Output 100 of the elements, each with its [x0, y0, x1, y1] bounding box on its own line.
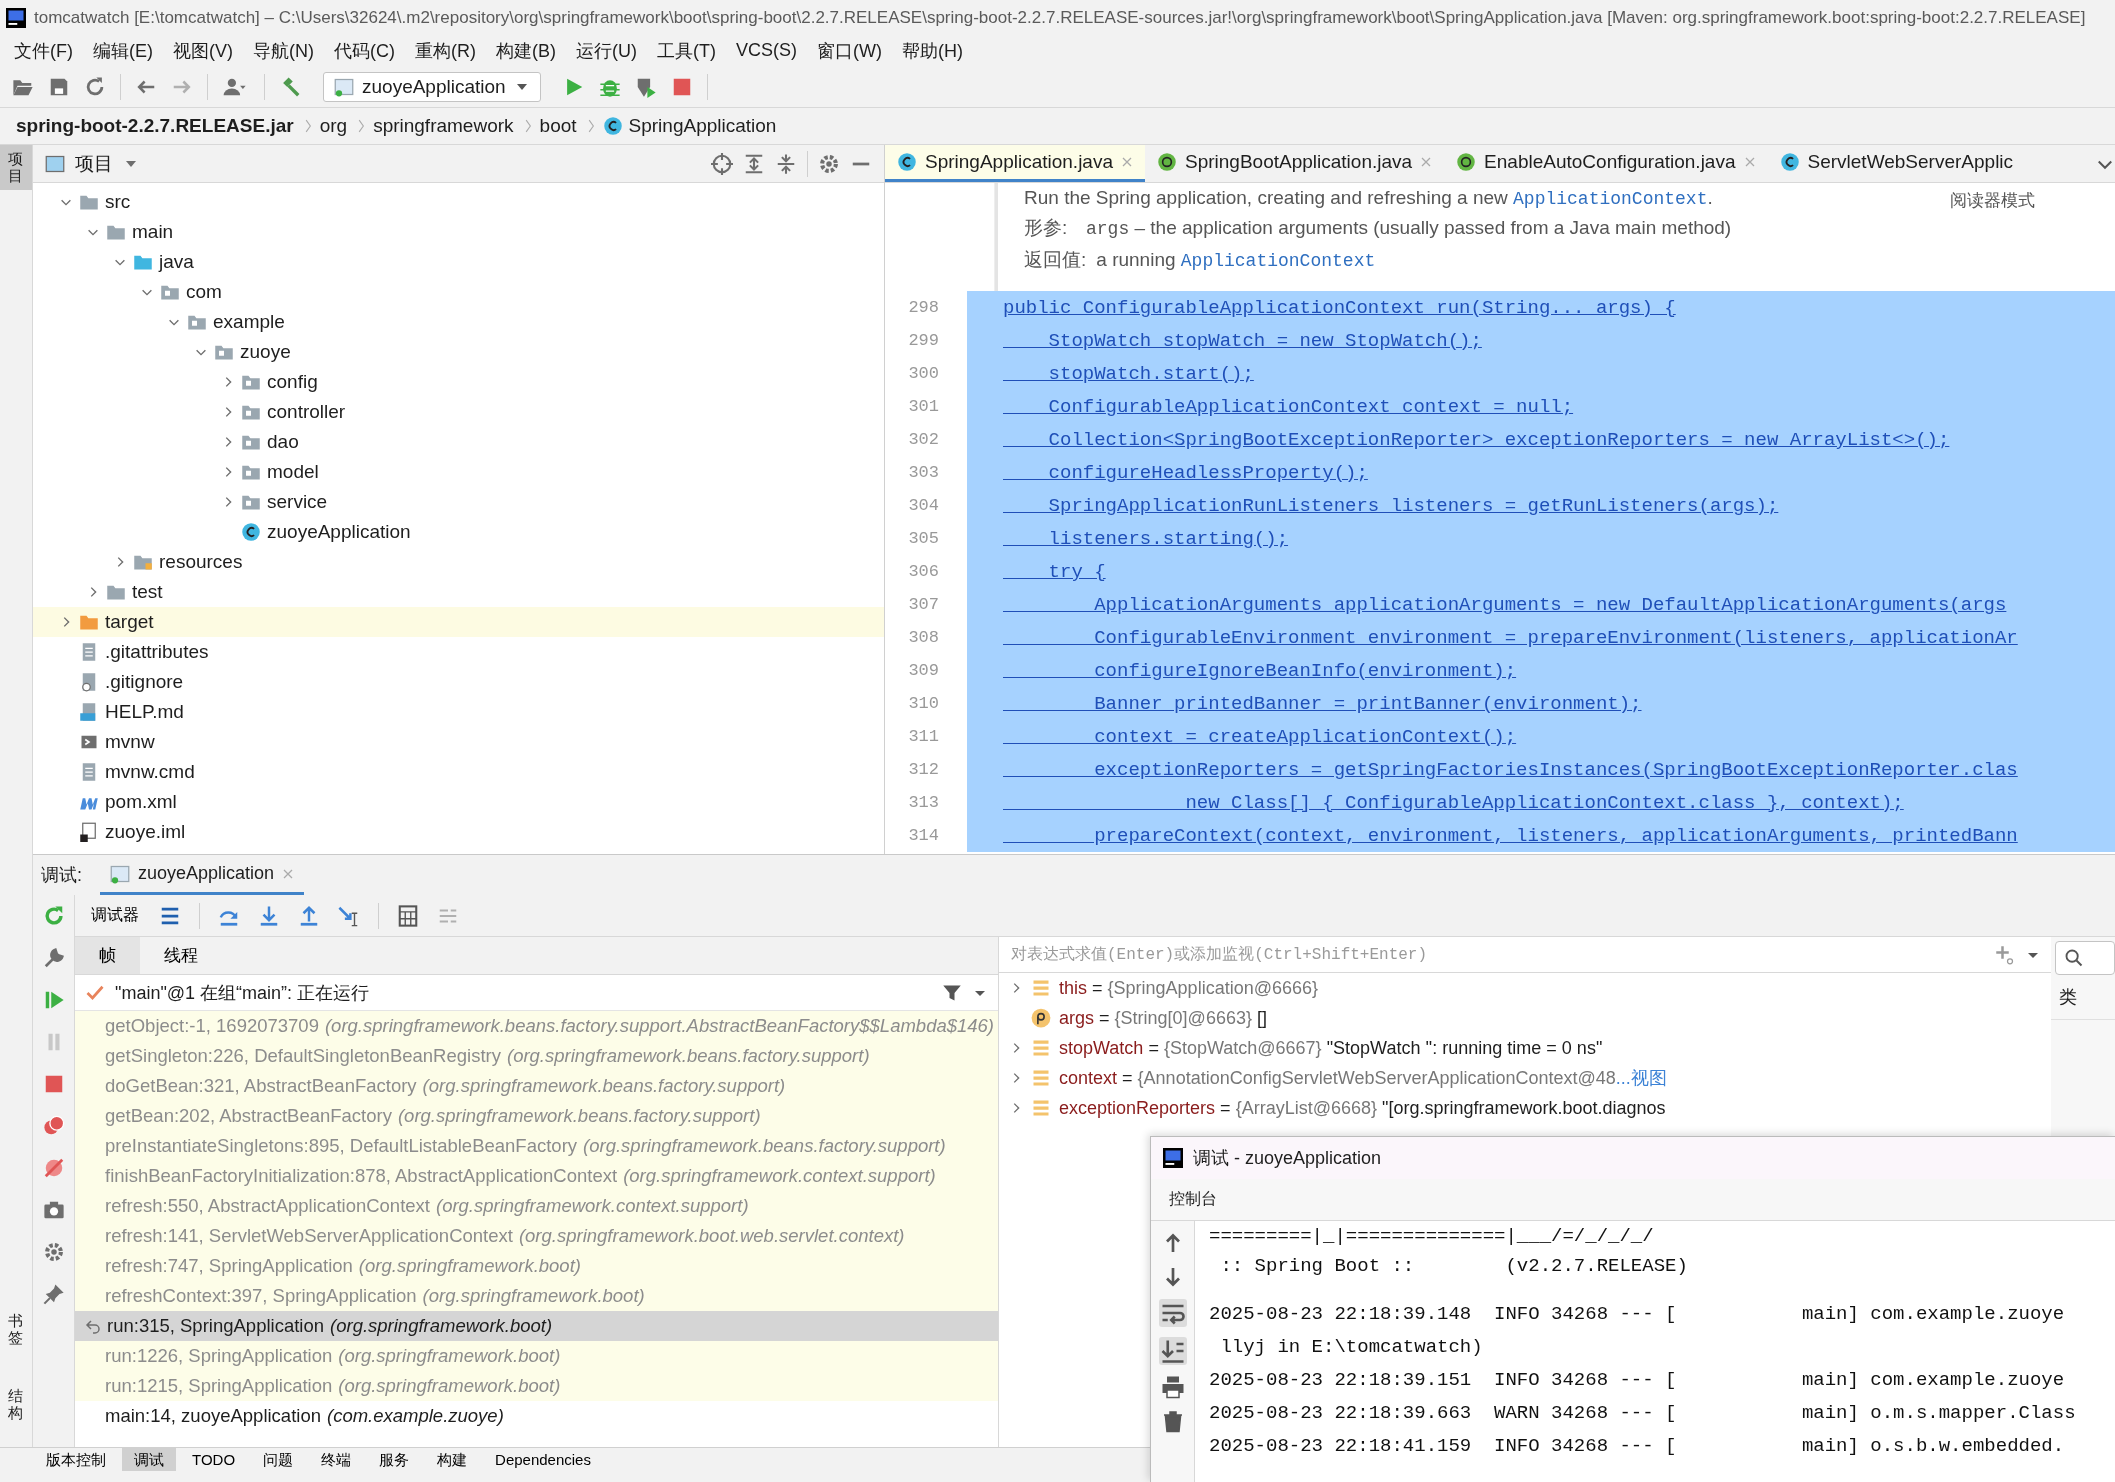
close-icon[interactable] [1121, 156, 1133, 168]
doc-text: 返回值: a running ApplicationContext [1024, 248, 1376, 273]
debug-tab[interactable]: 帧 [75, 937, 140, 974]
tool-window-button[interactable]: 调试 [122, 1448, 176, 1471]
breadcrumb-item[interactable]: SpringApplication [628, 115, 777, 137]
breadcrumb-item[interactable]: springframework [373, 115, 514, 137]
tree-item[interactable]: main [132, 221, 174, 243]
crosshair-icon[interactable] [711, 152, 733, 175]
pin-icon[interactable] [42, 1283, 65, 1305]
menu-item[interactable]: VCS(S) [725, 38, 807, 63]
field-icon [1031, 1068, 1051, 1088]
add-watch-icon[interactable] [1995, 944, 2015, 965]
session-tab[interactable]: zuoyeApplication [100, 855, 305, 895]
tool-window-button[interactable]: 构建 [425, 1448, 480, 1471]
camera-icon[interactable] [42, 1199, 65, 1221]
column-header: 类 [2051, 975, 2115, 1020]
menu-item[interactable]: 重构(R) [405, 36, 486, 65]
menu-item[interactable]: 视图(V) [163, 36, 243, 65]
tree-item[interactable]: resources [159, 551, 243, 573]
tree-item[interactable]: mvnw [105, 731, 155, 753]
line-number: 301 [907, 397, 940, 416]
tree-item[interactable]: zuoye [240, 341, 291, 363]
app-logo-icon [1163, 1148, 1183, 1168]
breadcrumb-item[interactable]: org [319, 115, 348, 137]
calculator-icon[interactable] [397, 904, 419, 927]
tree-item[interactable]: controller [267, 401, 346, 423]
tool-window-button[interactable]: TODO [180, 1448, 248, 1471]
tree-item[interactable]: src [105, 191, 131, 213]
tool-window-button[interactable]: 终端 [309, 1448, 364, 1471]
tree-item[interactable]: mvnw.cmd [105, 761, 195, 783]
tree-item[interactable]: java [159, 251, 194, 273]
wrench-icon[interactable] [42, 947, 65, 969]
line-number: 305 [907, 529, 940, 548]
settings-icon[interactable] [818, 152, 840, 175]
search-field[interactable] [2055, 941, 2115, 975]
console-tab[interactable]: 控制台 [1169, 1189, 1217, 1210]
variable-row[interactable]: context = {AnnotationConfigServletWebServerApplicationContext@48...视图 [999, 1063, 2051, 1093]
editor-tab[interactable]: EnableAutoConfiguration.java [1444, 145, 1768, 182]
mute-breakpoints-icon[interactable] [42, 1157, 65, 1179]
rerun-icon[interactable] [42, 905, 65, 927]
menu-item[interactable]: 窗口(W) [807, 36, 892, 65]
reader-mode-button[interactable]: 阅读器模式 [1950, 189, 2035, 212]
panel-title[interactable]: 项目 [75, 150, 113, 177]
tree-item[interactable]: .gitignore [105, 671, 184, 693]
menu-item[interactable]: 文件(F) [4, 36, 83, 65]
tree-item[interactable]: config [267, 371, 318, 393]
variable-row[interactable]: exceptionReporters = {ArrayList@6668} "[org.springframework.boot.diagnos [999, 1093, 2051, 1123]
collapse-all-icon[interactable] [775, 152, 797, 175]
stack-frame[interactable]: run:315, SpringApplication (org.springframework.boot) [75, 1311, 998, 1341]
editor-tab[interactable]: SpringApplication.java [885, 145, 1145, 182]
breadcrumb-item[interactable]: boot [539, 115, 577, 137]
debug-tab[interactable]: 线程 [140, 937, 222, 974]
tool-window-button[interactable]: 问题 [251, 1448, 306, 1471]
step-into-icon[interactable] [258, 904, 280, 927]
variable-row[interactable]: stopWatch = {StopWatch@6667} "StopWatch '': running time = 0 ns" [999, 1033, 2051, 1063]
watch-expression-field[interactable]: 对表达式求值(Enter)或添加监视(Ctrl+Shift+Enter) [1009, 944, 1985, 965]
settings-icon[interactable] [42, 1241, 65, 1263]
expand-all-icon[interactable] [743, 152, 765, 175]
tree-item[interactable]: pom.xml [105, 791, 177, 813]
menu-item[interactable]: 编辑(E) [83, 36, 163, 65]
project-tool-tab[interactable]: 项目 [0, 145, 32, 190]
doc-text: 形参: args – the application arguments (usually passed from a Java main method) [1024, 216, 1732, 241]
editor-tab[interactable]: SpringBootApplication.java [1145, 145, 1445, 182]
menu-item[interactable]: 导航(N) [243, 36, 324, 65]
line-number: 303 [907, 463, 940, 482]
tree-item[interactable]: example [213, 311, 285, 333]
debugger-tab-button[interactable]: 调试器 [89, 901, 141, 930]
breakpoints-icon[interactable] [42, 1115, 65, 1137]
menu-item[interactable]: 运行(U) [566, 36, 647, 65]
tree-item[interactable]: zuoye.iml [105, 821, 186, 843]
variable-row[interactable]: args = {String[0]@6663} [] [999, 1003, 2051, 1033]
side-tool-tab[interactable]: 结构 [0, 1382, 32, 1427]
tree-item[interactable]: .gitattributes [105, 641, 209, 663]
tree-item[interactable]: model [267, 461, 319, 483]
tree-item[interactable]: service [267, 491, 328, 513]
menu-item[interactable]: 构建(B) [486, 36, 566, 65]
print-icon[interactable] [1160, 1375, 1185, 1399]
step-out-icon[interactable] [298, 904, 320, 927]
tool-window-button[interactable]: 版本控制 [34, 1448, 118, 1471]
search-icon [2064, 948, 2084, 968]
tree-item[interactable]: dao [267, 431, 299, 453]
doc-text: Run the Spring application, creating and refreshing a new ApplicationContext. [1024, 187, 1713, 209]
run-configuration-dropdown[interactable]: zuoyeApplication [323, 71, 541, 102]
tool-window-button[interactable]: 服务 [367, 1448, 422, 1471]
refresh-icon[interactable] [84, 75, 106, 98]
breadcrumb-item[interactable]: spring-boot-2.2.7.RELEASE.jar [16, 115, 294, 137]
variable-row[interactable]: this = {SpringApplication@6666} [999, 973, 2051, 1003]
side-tool-tab[interactable]: 书签 [0, 1307, 32, 1352]
menu-item[interactable]: 工具(T) [647, 36, 726, 65]
tree-item[interactable]: zuoyeApplication [267, 521, 411, 543]
tree-item[interactable]: com [186, 281, 222, 303]
tree-item[interactable]: HELP.md [105, 701, 184, 723]
menu-item[interactable]: 代码(C) [324, 36, 405, 65]
tree-item[interactable]: test [132, 581, 163, 603]
tool-window-button[interactable]: Dependencies [483, 1448, 603, 1471]
thread-label[interactable]: "main"@1 在组“main”: 正在运行 [115, 980, 370, 1005]
run-to-cursor-icon[interactable] [338, 904, 360, 927]
menu-item[interactable]: 帮助(H) [891, 36, 973, 65]
tree-item[interactable]: target [105, 611, 154, 633]
editor-tab[interactable]: ServletWebServerApplic [1767, 145, 2026, 182]
